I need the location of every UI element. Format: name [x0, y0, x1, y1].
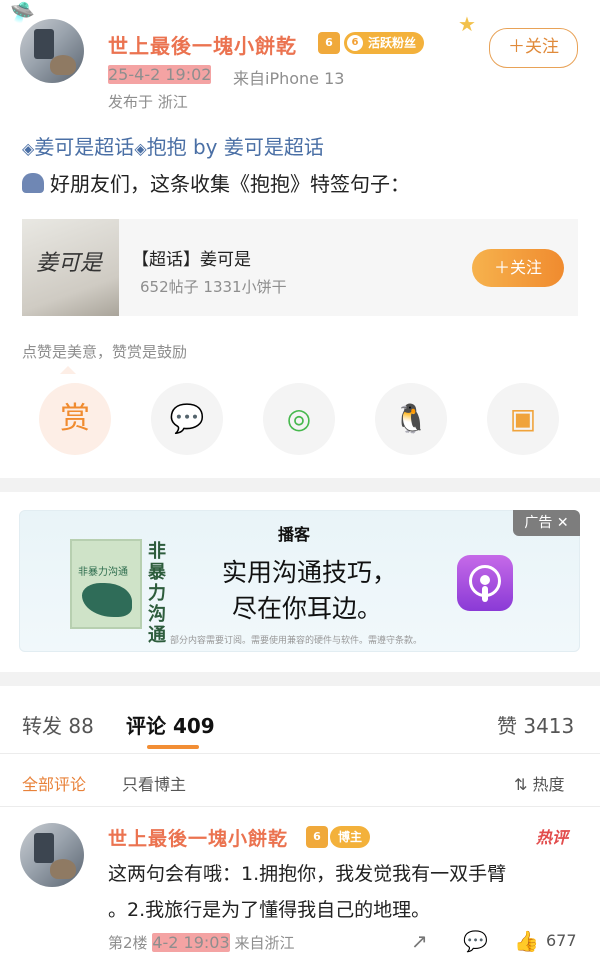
- hot-comment-tag: 热评: [536, 828, 569, 847]
- ad-brand: 播客: [278, 525, 311, 544]
- wechat-icon: 💬: [169, 402, 205, 435]
- author-avatar[interactable]: [20, 19, 84, 83]
- close-icon: ✕: [556, 515, 569, 531]
- comment-text-line-2: 。2.我旅行是为了懂得我自己的地理。: [108, 899, 431, 921]
- supertopic-card[interactable]: 姜可是 【超话】姜可是 652帖子 1331小饼干 ＋关注: [22, 219, 578, 316]
- podcasts-app-icon: [457, 555, 513, 611]
- post-location: 发布于 浙江: [108, 93, 188, 111]
- follow-label: 关注: [525, 37, 559, 57]
- reward-hint: 点赞是美意，赞赏是鼓励: [22, 343, 188, 361]
- reward-pointer: [60, 366, 76, 374]
- sort-icon: ⇅: [514, 775, 528, 794]
- tabs-divider: [0, 753, 600, 754]
- comment-time: 4-2 19:03: [152, 933, 230, 952]
- tab-likes[interactable]: 赞 3413: [497, 710, 574, 739]
- reward-label: 赏: [60, 401, 90, 436]
- sort-hot[interactable]: ⇅ 热度: [514, 771, 565, 795]
- tab-comments[interactable]: 评论 409: [126, 710, 215, 739]
- vip-crown-icon: 6: [306, 826, 328, 848]
- book-cover-image: 非暴力沟通: [70, 539, 142, 629]
- wechat-share-button[interactable]: 💬: [151, 383, 223, 455]
- post-body: 好朋友们，这条收集《抱抱》特签句子：: [22, 168, 410, 197]
- book-bird-art: [82, 583, 132, 617]
- fan-badge-level: 6: [347, 35, 363, 51]
- supertopic-follow-label: 关注: [510, 258, 543, 277]
- plus-icon: ＋: [493, 258, 510, 277]
- qq-share-button[interactable]: 🐧: [375, 383, 447, 455]
- supertopic-cover-image: 姜可是: [22, 219, 119, 316]
- book-vertical-title: 非暴力沟通: [148, 541, 166, 646]
- post-source: 来自iPhone 13: [233, 69, 345, 88]
- friends-emoji-icon: [22, 173, 44, 193]
- diamond-icon: ◈: [22, 139, 35, 158]
- section-gap: [0, 478, 600, 492]
- moments-share-button[interactable]: ◎: [263, 383, 335, 455]
- book-title: 非暴力沟通: [78, 567, 128, 578]
- supertopic-title: 【超话】姜可是: [132, 250, 251, 270]
- fan-badge-label: 活跃粉丝: [368, 36, 417, 50]
- topic-link-3[interactable]: 姜可是超话: [224, 135, 324, 159]
- commenter-avatar[interactable]: [20, 823, 84, 887]
- comment-like-count: 677: [546, 931, 577, 950]
- supertopic-stats: 652帖子 1331小饼干: [140, 276, 287, 297]
- supertopic-follow-button[interactable]: ＋关注: [472, 249, 564, 287]
- filter-all-comments[interactable]: 全部评论: [22, 771, 86, 795]
- topic-link-2[interactable]: 抱抱: [147, 135, 187, 159]
- post-time: 25-4-2 19:02: [108, 65, 212, 84]
- ad-headline-2: 尽在你耳边。: [232, 594, 383, 623]
- repost-icon[interactable]: ↗: [411, 929, 428, 953]
- comment-floor: 第2楼: [108, 934, 148, 952]
- ad-fine-print: 部分内容需要订阅。需要使用兼容的硬件与软件。需遵守条款。: [170, 636, 423, 646]
- save-image-button[interactable]: ▣: [487, 383, 559, 455]
- post-body-text: 好朋友们，这条收集《抱抱》特签句子：: [50, 172, 410, 196]
- moments-icon: ◎: [286, 402, 312, 435]
- topic-by: by: [192, 135, 218, 159]
- active-tab-indicator: [147, 745, 199, 749]
- comment-meta: 第2楼 4-2 19:03 来自浙江: [108, 932, 294, 953]
- reward-button[interactable]: 赏: [39, 383, 111, 455]
- section-gap: [0, 672, 600, 686]
- ufo-pendant-icon: 🛸: [10, 0, 35, 24]
- vip-crown-icon: 6: [318, 32, 340, 54]
- follow-button[interactable]: ＋关注: [489, 28, 578, 68]
- supertopic-posts: 652帖子: [140, 278, 199, 296]
- signature-image: 姜可是: [36, 251, 103, 276]
- qq-icon: 🐧: [393, 402, 429, 435]
- diamond-icon: ◈: [134, 139, 147, 158]
- comment-text-line-1: 这两句会有哦：1.拥抱你，我发觉我有一双手臂: [108, 863, 507, 885]
- supertopic-fans: 1331小饼干: [203, 278, 287, 296]
- topic-link-1[interactable]: 姜可是超话: [34, 135, 134, 159]
- ad-close-tag[interactable]: 广告 ✕: [513, 510, 580, 536]
- ad-headline-1: 实用沟通技巧，: [222, 558, 398, 587]
- commenter-name[interactable]: 世上最後一塊小餅乾: [108, 824, 288, 851]
- filter-owner-only[interactable]: 只看博主: [122, 771, 186, 795]
- sparkle-decoration-icon: ★: [458, 12, 476, 36]
- ad-banner[interactable]: 非暴力沟通 非暴力沟通 播客 实用沟通技巧， 尽在你耳边。 部分内容需要订阅。需…: [19, 510, 580, 652]
- plus-icon: ＋: [508, 37, 525, 57]
- owner-badge: 博主: [330, 826, 371, 848]
- image-download-icon: ▣: [509, 402, 537, 435]
- filter-divider: [0, 806, 600, 807]
- reply-icon[interactable]: 💬: [463, 929, 488, 953]
- thumbs-up-icon[interactable]: 👍: [514, 929, 539, 953]
- topic-line: ◈姜可是超话◈抱抱 by 姜可是超话: [22, 131, 324, 160]
- author-name[interactable]: 世上最後一塊小餅乾: [108, 30, 297, 59]
- fan-badge[interactable]: 6 活跃粉丝: [344, 32, 425, 54]
- owner-badge-label: 博主: [338, 830, 363, 844]
- ad-tag-label: 广告: [524, 515, 553, 531]
- tab-repost[interactable]: 转发 88: [22, 710, 94, 739]
- comment-source: 来自浙江: [234, 934, 295, 952]
